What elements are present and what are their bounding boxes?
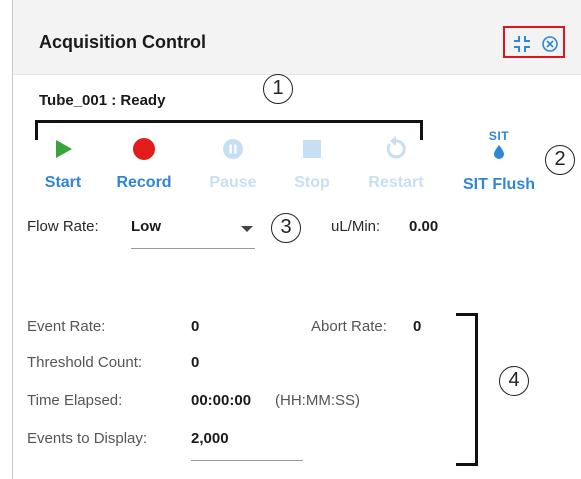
- panel-title: Acquisition Control: [39, 32, 206, 52]
- record-label: Record: [116, 174, 172, 191]
- stop-icon: [303, 140, 321, 158]
- pause-button[interactable]: Pause: [201, 138, 265, 192]
- pause-icon: [223, 139, 243, 159]
- header-controls-highlight: [503, 26, 565, 58]
- callout-2: 2: [545, 145, 575, 175]
- sit-flush-icon: SIT: [457, 130, 541, 160]
- tube-status: Tube_001 : Ready: [39, 92, 166, 109]
- acquisition-control-panel: Acquisition Control Tube_001: Ready 1 S…: [12, 0, 581, 479]
- restart-button[interactable]: Restart: [361, 136, 431, 192]
- close-icon[interactable]: [541, 35, 559, 53]
- events-to-display-value: 2,000: [191, 430, 229, 447]
- threshold-count-value: 0: [191, 354, 200, 371]
- panel-header: Acquisition Control: [13, 0, 581, 75]
- droplet-icon: [494, 145, 504, 159]
- record-button[interactable]: Record: [109, 138, 179, 192]
- events-to-display-label: Events to Display:: [27, 430, 148, 447]
- abort-rate-value: 0: [413, 318, 422, 335]
- flow-rate-value: Low: [131, 218, 161, 235]
- restart-label: Restart: [368, 174, 424, 191]
- stop-label: Stop: [294, 174, 330, 191]
- time-elapsed-value: 00:00:00: [191, 392, 252, 409]
- time-elapsed-label: Time Elapsed:: [27, 392, 123, 409]
- start-label: Start: [44, 174, 82, 191]
- flow-rate-select[interactable]: Low: [131, 214, 255, 249]
- pause-label: Pause: [209, 174, 257, 191]
- event-rate-value: 0: [191, 318, 200, 335]
- sit-flush-label: SIT Flush: [463, 176, 535, 193]
- threshold-count-label: Threshold Count:: [27, 354, 143, 371]
- play-icon: [56, 140, 72, 158]
- events-to-display-input[interactable]: 2,000: [191, 428, 303, 461]
- callout-3: 3: [271, 213, 301, 243]
- chevron-down-icon: [241, 226, 253, 232]
- callout-4: 4: [499, 366, 529, 396]
- record-icon: [133, 138, 155, 160]
- event-rate-label: Event Rate:: [27, 318, 106, 335]
- restart-icon: [386, 136, 406, 159]
- start-button[interactable]: Start: [33, 138, 93, 192]
- collapse-icon[interactable]: [513, 35, 531, 53]
- flow-rate-reading: 0.00: [409, 218, 439, 235]
- stop-button[interactable]: Stop: [283, 138, 341, 192]
- sit-flush-button[interactable]: SIT SIT Flush: [457, 130, 541, 194]
- flow-rate-label: Flow Rate:: [27, 218, 99, 235]
- sit-icon-text: SIT: [488, 129, 510, 143]
- stats-bracket: [456, 313, 478, 466]
- callout-1: 1: [263, 74, 293, 104]
- flow-rate-unit-label: uL/Min:: [331, 218, 381, 235]
- time-format-hint: (HH:MM:SS): [275, 392, 360, 409]
- abort-rate-label: Abort Rate:: [311, 318, 387, 335]
